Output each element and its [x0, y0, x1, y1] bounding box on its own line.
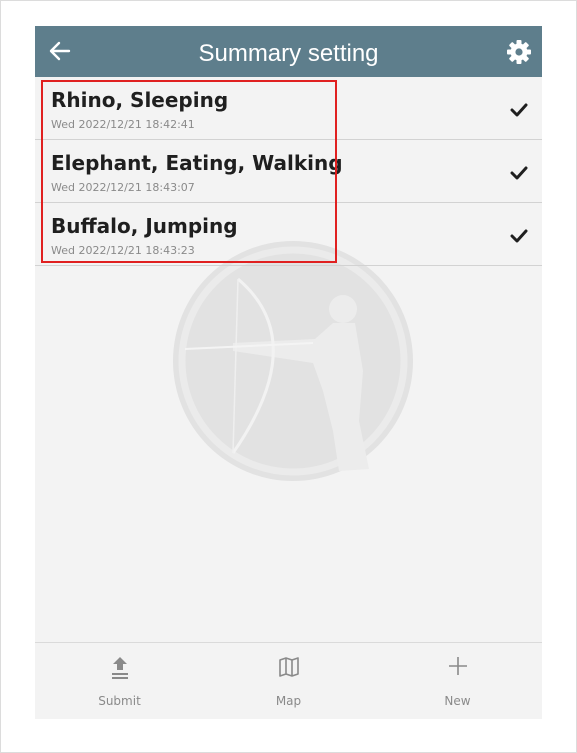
item-timestamp: Wed 2022/12/21 18:43:07	[51, 181, 195, 194]
plus-icon	[448, 657, 467, 675]
map-button[interactable]: Map	[204, 643, 373, 719]
item-timestamp: Wed 2022/12/21 18:42:41	[51, 118, 195, 131]
submit-label: Submit	[98, 694, 141, 708]
checkmark-icon	[510, 166, 528, 180]
archer-logo-watermark	[173, 241, 413, 481]
app-header: Summary setting	[35, 26, 542, 77]
list-item[interactable]: Elephant, Eating, Walking Wed 2022/12/21…	[35, 140, 542, 203]
bottom-toolbar: Submit Map New	[35, 642, 542, 719]
upload-icon	[111, 657, 128, 679]
checkmark-icon	[510, 103, 528, 117]
window-frame: Summary setting Rhino, Sleeping Wed 2022…	[0, 0, 577, 753]
new-button[interactable]: New	[373, 643, 542, 719]
item-title: Rhino, Sleeping	[51, 88, 229, 112]
submit-button[interactable]: Submit	[35, 643, 204, 719]
item-title: Elephant, Eating, Walking	[51, 151, 343, 175]
page-title: Summary setting	[198, 40, 379, 67]
item-timestamp: Wed 2022/12/21 18:43:23	[51, 244, 195, 257]
app-screen: Summary setting Rhino, Sleeping Wed 2022…	[35, 26, 542, 719]
map-icon	[278, 657, 299, 677]
new-label: New	[444, 694, 471, 708]
map-label: Map	[275, 694, 302, 708]
list-item[interactable]: Rhino, Sleeping Wed 2022/12/21 18:42:41	[35, 77, 542, 140]
item-title: Buffalo, Jumping	[51, 214, 238, 238]
summary-list: Rhino, Sleeping Wed 2022/12/21 18:42:41 …	[35, 77, 542, 266]
gear-icon[interactable]	[506, 39, 532, 65]
checkmark-icon	[510, 229, 528, 243]
list-item[interactable]: Buffalo, Jumping Wed 2022/12/21 18:43:23	[35, 203, 542, 266]
arrow-left-icon[interactable]	[47, 38, 73, 64]
